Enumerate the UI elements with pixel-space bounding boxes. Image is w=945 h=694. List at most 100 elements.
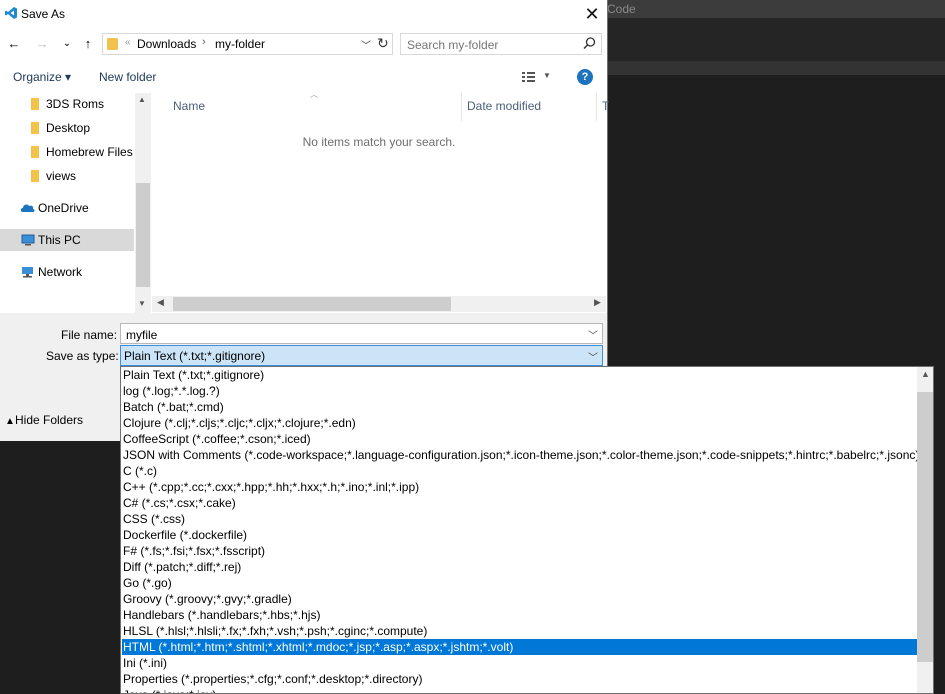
column-header-type[interactable]: T: [602, 99, 609, 113]
back-arrow-icon[interactable]: ←: [6, 35, 22, 53]
folder-icon: [31, 170, 39, 182]
file-type-option[interactable]: Properties (*.properties;*.cfg;*.conf;*.…: [122, 671, 917, 687]
hide-folders-label: Hide Folders: [15, 413, 84, 427]
chevron-down-icon[interactable]: ﹀: [588, 327, 598, 342]
file-name-label: File name:: [61, 328, 118, 342]
computer-icon: [21, 234, 35, 246]
file-type-option[interactable]: Batch (*.bat;*.cmd): [122, 399, 917, 415]
file-list-horizontal-scrollbar[interactable]: ◀ ▶: [152, 296, 606, 312]
file-type-option[interactable]: HTML (*.html;*.htm;*.shtml;*.xhtml;*.mdo…: [122, 639, 917, 655]
save-as-type-dropdown-list: Plain Text (*.txt;*.gitignore) log (*.log…: [120, 366, 934, 694]
address-dropdown-icon[interactable]: ﹀: [361, 37, 371, 52]
help-icon[interactable]: ?: [577, 69, 593, 85]
breadcrumb-downloads[interactable]: Downloads: [137, 37, 196, 51]
file-type-option[interactable]: CoffeeScript (*.coffee;*.cson;*.iced): [122, 431, 917, 447]
scrollbar-thumb[interactable]: [173, 297, 451, 311]
file-type-option[interactable]: Handlebars (*.handlebars;*.hbs;*.hjs): [122, 607, 917, 623]
save-as-type-value: Plain Text (*.txt;*.gitignore): [124, 349, 266, 363]
nav-item-desktop[interactable]: Desktop: [0, 117, 134, 139]
nav-item-this-pc[interactable]: This PC: [0, 229, 134, 251]
file-type-option[interactable]: Groovy (*.groovy;*.gvy;*.gradle): [122, 591, 917, 607]
scroll-up-icon[interactable]: ▲: [138, 95, 146, 104]
file-type-option[interactable]: C (*.c): [122, 463, 917, 479]
column-divider[interactable]: [461, 93, 462, 121]
column-header-date-modified[interactable]: Date modified: [467, 99, 541, 113]
new-folder-button[interactable]: New folder: [99, 70, 156, 84]
forward-arrow-icon[interactable]: →: [34, 35, 50, 53]
view-dropdown-icon[interactable]: ▼: [543, 71, 551, 80]
background-window-title: Code: [607, 2, 636, 16]
save-as-type-select[interactable]: Plain Text (*.txt;*.gitignore) ﹀: [120, 345, 603, 366]
search-input[interactable]: [405, 36, 579, 54]
navigation-pane-scrollbar[interactable]: ▲ ▼: [135, 93, 151, 313]
breadcrumb-my-folder[interactable]: my-folder: [215, 37, 265, 51]
dialog-titlebar: Save As ✕: [0, 0, 607, 29]
column-divider[interactable]: [596, 93, 597, 121]
file-type-option[interactable]: C++ (*.cpp;*.cc;*.cxx;*.hpp;*.hh;*.hxx;*…: [122, 479, 917, 495]
file-list: ︿ Name Date modified T No items match yo…: [152, 90, 609, 297]
search-icon: [583, 37, 596, 50]
folder-icon: [31, 98, 39, 110]
file-type-option[interactable]: Diff (*.patch;*.diff;*.rej): [122, 559, 917, 575]
file-type-option[interactable]: HLSL (*.hlsl;*.hlsli;*.fx;*.fxh;*.vsh;*.…: [122, 623, 917, 639]
address-bar[interactable]: « Downloads › my-folder ﹀ ↻: [102, 33, 393, 55]
close-button[interactable]: ✕: [578, 1, 606, 27]
cloud-icon: [20, 204, 35, 212]
scrollbar-thumb[interactable]: [917, 392, 933, 662]
background-tabstrip: [605, 61, 945, 75]
chevron-down-icon[interactable]: ﹀: [588, 349, 598, 364]
nav-item-label: 3DS Roms: [46, 97, 105, 111]
background-window-titlebar: Code: [605, 0, 945, 18]
file-name-combobox[interactable]: ﹀: [120, 323, 603, 344]
nav-item-3ds-roms[interactable]: 3DS Roms: [0, 93, 134, 115]
nav-item-onedrive[interactable]: OneDrive: [0, 197, 134, 219]
file-type-option[interactable]: CSS (*.css): [122, 511, 917, 527]
up-arrow-icon[interactable]: ↑: [80, 35, 96, 53]
nav-item-views[interactable]: views: [0, 165, 134, 187]
chevron-up-icon: ▲: [5, 416, 15, 427]
nav-item-label: views: [46, 169, 77, 183]
empty-folder-message: No items match your search.: [302, 135, 456, 149]
file-type-option[interactable]: Clojure (*.clj;*.cljs;*.cljc;*.cljx;*.cl…: [122, 415, 917, 431]
sort-chevron-icon: ︿: [310, 90, 318, 99]
nav-item-homebrew-files[interactable]: Homebrew Files: [0, 141, 134, 163]
scrollbar-thumb[interactable]: [136, 183, 150, 287]
nav-item-network[interactable]: Network: [0, 261, 134, 283]
file-type-option[interactable]: log (*.log;*.*.log.?): [122, 383, 917, 399]
file-type-option[interactable]: Java (*.java;*.jav): [122, 687, 917, 693]
file-type-option[interactable]: Dockerfile (*.dockerfile): [122, 527, 917, 543]
folder-icon: [31, 122, 39, 134]
file-type-option[interactable]: Ini (*.ini): [122, 655, 917, 671]
scroll-right-icon[interactable]: ▶: [594, 297, 601, 308]
hide-folders-button[interactable]: ▲Hide Folders: [5, 413, 83, 427]
nav-item-label: Network: [38, 265, 83, 279]
file-name-input[interactable]: [124, 326, 578, 343]
organize-button[interactable]: Organize ▾: [13, 70, 71, 84]
search-box[interactable]: [400, 33, 602, 55]
breadcrumb-chevron-icon[interactable]: ›: [202, 36, 206, 48]
scroll-left-icon[interactable]: ◀: [157, 297, 164, 308]
command-bar: Organize ▾ New folder ▼: [0, 64, 607, 92]
file-type-option[interactable]: Go (*.go): [122, 575, 917, 591]
dropdown-scrollbar[interactable]: ▲: [917, 367, 933, 693]
scroll-up-icon[interactable]: ▲: [921, 369, 930, 379]
nav-item-label: Homebrew Files: [46, 145, 133, 159]
background-toolbar: [605, 18, 945, 61]
column-header-name[interactable]: Name: [173, 99, 205, 113]
file-type-option[interactable]: C# (*.cs;*.csx;*.cake): [122, 495, 917, 511]
nav-item-label: OneDrive: [38, 201, 89, 215]
file-type-option[interactable]: F# (*.fs;*.fsi;*.fsx;*.fsscript): [122, 543, 917, 559]
recent-locations-chevron-icon[interactable]: ⌄: [59, 35, 75, 53]
folder-icon: [31, 146, 39, 158]
vscode-app-icon: [5, 7, 17, 19]
file-type-option[interactable]: Plain Text (*.txt;*.gitignore): [122, 367, 917, 383]
file-type-option[interactable]: JSON with Comments (*.code-workspace;*.l…: [122, 447, 919, 463]
double-chevron-icon: «: [125, 37, 131, 48]
close-icon: ✕: [584, 4, 600, 24]
view-options-icon[interactable]: [521, 70, 537, 84]
network-icon: [22, 267, 33, 278]
dialog-title: Save As: [21, 7, 66, 21]
scroll-down-icon[interactable]: ▼: [138, 299, 146, 308]
nav-item-label: Desktop: [46, 121, 91, 135]
refresh-icon[interactable]: ↻: [377, 35, 389, 52]
